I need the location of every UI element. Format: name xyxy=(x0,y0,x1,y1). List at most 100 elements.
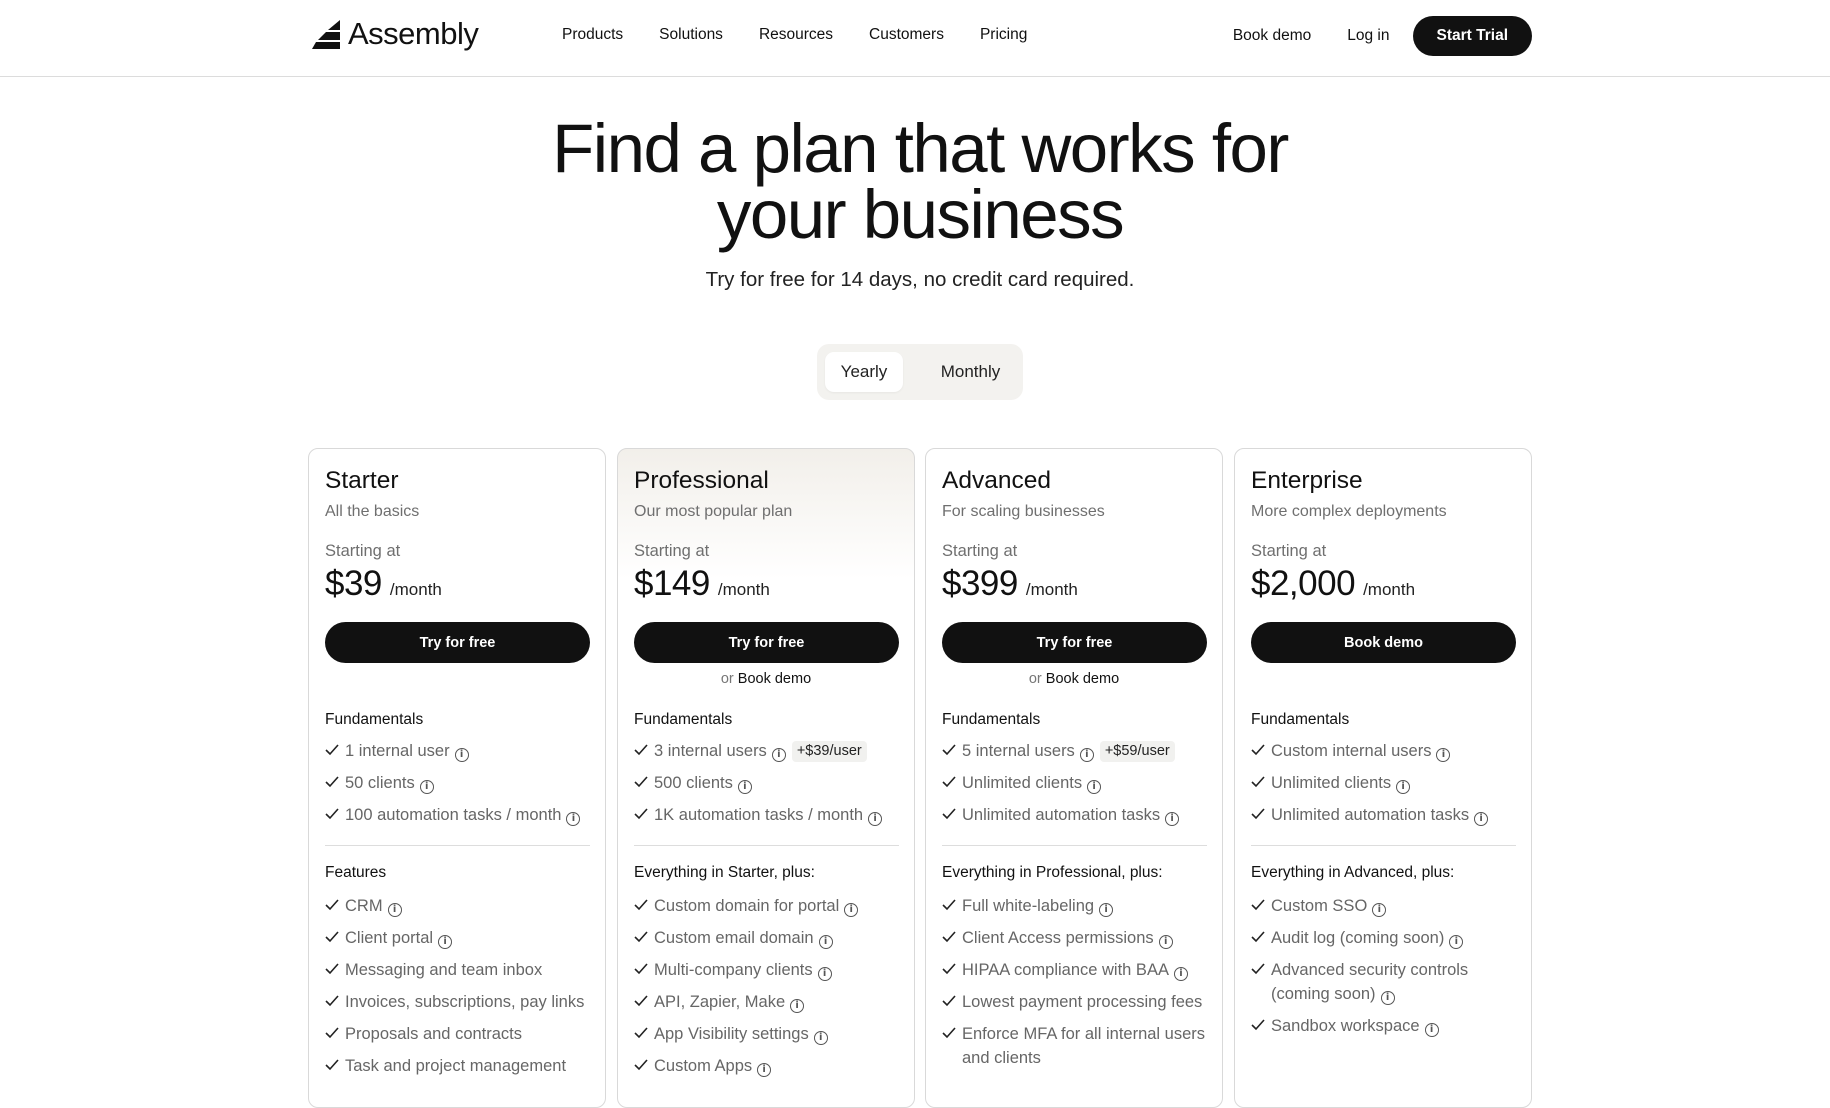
info-icon[interactable]: i xyxy=(1158,935,1173,949)
nav-products[interactable]: Products xyxy=(562,26,623,44)
plan-card-enterprise: Enterprise More complex deployments Star… xyxy=(1234,448,1532,1108)
price-period: /month xyxy=(389,580,442,599)
info-icon[interactable]: i xyxy=(1173,967,1188,981)
fundamentals-heading: Fundamentals xyxy=(1251,711,1350,728)
check-icon xyxy=(634,995,648,1007)
list-item: Custom email domain i xyxy=(634,926,904,950)
list-item: Invoices, subscriptions, pay links xyxy=(325,990,595,1014)
list-item-text: Proposals and contracts xyxy=(345,1025,523,1043)
nav-book-demo-link[interactable]: Book demo xyxy=(1233,27,1311,45)
nav-customers[interactable]: Customers xyxy=(869,26,944,44)
info-icon[interactable]: i xyxy=(1099,903,1114,917)
book-demo-link[interactable]: Book demo xyxy=(738,671,811,687)
book-demo-button[interactable]: Book demo xyxy=(1251,622,1516,663)
list-item-text: Messaging and team inbox xyxy=(345,961,543,979)
plan-tagline: For scaling businesses xyxy=(942,503,1105,520)
logo[interactable]: Assembly xyxy=(310,16,479,52)
try-for-free-button[interactable]: Try for free xyxy=(634,622,899,663)
list-item: Unlimited automation tasks i xyxy=(942,803,1212,827)
list-item: 100 automation tasks / month i xyxy=(325,803,595,827)
price-value: $2,000 xyxy=(1251,564,1356,603)
price-period: /month xyxy=(1363,580,1416,599)
list-item-text: Client portal xyxy=(345,929,434,947)
nav-actions: Book demo Log in Start Trial xyxy=(1233,16,1532,56)
list-item-text: Lowest payment processing fees xyxy=(962,993,1203,1011)
list-item-text: Custom email domain xyxy=(654,929,814,947)
info-icon[interactable]: i xyxy=(1396,780,1411,794)
list-item-text: Enforce MFA for all internal users and c… xyxy=(962,1025,1206,1067)
start-trial-button[interactable]: Start Trial xyxy=(1412,16,1532,56)
info-icon[interactable]: i xyxy=(868,812,883,826)
info-icon[interactable]: i xyxy=(818,935,833,949)
plan-card-professional: Professional Our most popular plan Start… xyxy=(617,448,915,1108)
nav-resources[interactable]: Resources xyxy=(759,26,833,44)
list-item: Full white-labeling i xyxy=(942,894,1212,918)
info-icon[interactable]: i xyxy=(419,780,434,794)
check-icon xyxy=(942,899,956,911)
starting-at-label: Starting at xyxy=(325,542,401,560)
check-icon xyxy=(942,931,956,943)
info-icon[interactable]: i xyxy=(771,748,786,762)
list-item-text: Invoices, subscriptions, pay links xyxy=(345,993,585,1011)
page-title-line-2: your business xyxy=(716,176,1125,253)
list-item: Messaging and team inbox xyxy=(325,958,595,982)
list-item: Custom SSO i xyxy=(1251,894,1521,918)
check-icon xyxy=(1251,1019,1265,1031)
info-icon[interactable]: i xyxy=(1372,903,1387,917)
info-icon[interactable]: i xyxy=(1165,812,1180,826)
try-for-free-button[interactable]: Try for free xyxy=(942,622,1207,663)
info-icon[interactable]: i xyxy=(737,780,752,794)
nav-login-link[interactable]: Log in xyxy=(1347,27,1389,45)
nav-pricing[interactable]: Pricing xyxy=(980,26,1027,44)
info-icon[interactable]: i xyxy=(1424,1023,1439,1037)
check-icon xyxy=(1251,744,1265,756)
try-for-free-button[interactable]: Try for free xyxy=(325,622,590,663)
check-icon xyxy=(634,899,648,911)
info-icon[interactable]: i xyxy=(1380,991,1395,1005)
plan-price: $399 /month xyxy=(942,564,1078,604)
info-icon[interactable]: i xyxy=(454,748,469,762)
list-item: App Visibility settings i xyxy=(634,1022,904,1046)
book-demo-alt: or Book demo xyxy=(618,671,914,687)
info-icon[interactable]: i xyxy=(844,903,859,917)
list-item-text: Task and project management xyxy=(345,1057,567,1075)
info-icon[interactable]: i xyxy=(1087,780,1102,794)
list-item-text: 100 automation tasks / month xyxy=(345,806,562,824)
list-item: Client Access permissions i xyxy=(942,926,1212,950)
list-item-text: HIPAA compliance with BAA xyxy=(962,961,1169,979)
plan-price: $149 /month xyxy=(634,564,770,604)
toggle-monthly[interactable]: Monthly xyxy=(923,352,1018,392)
info-icon[interactable]: i xyxy=(438,935,453,949)
info-icon[interactable]: i xyxy=(813,1031,828,1045)
plan-price: $39 /month xyxy=(325,564,442,604)
info-icon[interactable]: i xyxy=(1079,748,1094,762)
features-list: CRM i Client portal i Messaging and team i… xyxy=(325,894,595,1086)
plan-tagline: Our most popular plan xyxy=(634,503,793,520)
starting-at-label: Starting at xyxy=(942,542,1018,560)
list-item-text: Unlimited automation tasks xyxy=(962,806,1161,824)
price-value: $149 xyxy=(634,564,710,603)
price-value: $399 xyxy=(942,564,1018,603)
nav-solutions[interactable]: Solutions xyxy=(659,26,723,44)
fundamentals-heading: Fundamentals xyxy=(942,711,1041,728)
info-icon[interactable]: i xyxy=(1474,812,1489,826)
list-item-text: Sandbox workspace xyxy=(1271,1017,1420,1035)
info-icon[interactable]: i xyxy=(387,903,402,917)
info-icon[interactable]: i xyxy=(1436,748,1451,762)
info-icon[interactable]: i xyxy=(1449,935,1464,949)
info-icon[interactable]: i xyxy=(790,999,805,1013)
check-icon xyxy=(634,963,648,975)
check-icon xyxy=(942,776,956,788)
list-item: Task and project management xyxy=(325,1054,595,1078)
info-icon[interactable]: i xyxy=(817,967,832,981)
list-item: 3 internal users i +$39/user xyxy=(634,739,904,763)
book-demo-link[interactable]: Book demo xyxy=(1046,671,1119,687)
list-item-text: Custom Apps xyxy=(654,1057,753,1075)
plan-tagline: All the basics xyxy=(325,503,420,520)
features-heading: Features xyxy=(325,864,387,881)
list-item-text: API, Zapier, Make xyxy=(654,993,786,1011)
info-icon[interactable]: i xyxy=(757,1063,772,1077)
toggle-yearly[interactable]: Yearly xyxy=(825,352,903,392)
info-icon[interactable]: i xyxy=(566,812,581,826)
check-icon xyxy=(1251,776,1265,788)
